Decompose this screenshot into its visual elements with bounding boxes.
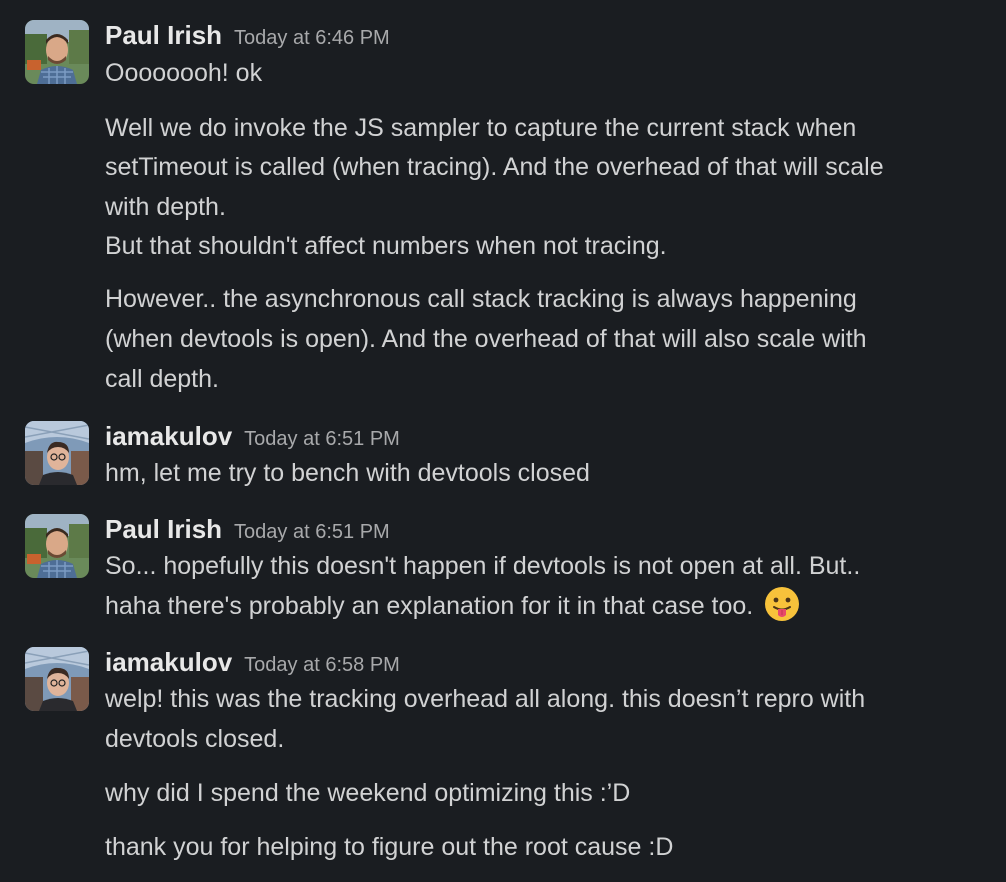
- tongue-out-emoji-icon[interactable]: [764, 586, 800, 622]
- message-text: haha there's probably an explanation for…: [105, 592, 754, 620]
- message-text: welp! this was the tracking overhead all…: [105, 685, 866, 713]
- avatar-paul-irish[interactable]: [25, 514, 89, 578]
- message-text: So... hopefully this doesn't happen if d…: [105, 552, 861, 580]
- message-text: Well we do invoke the JS sampler to capt…: [105, 114, 857, 142]
- message-group: Paul Irish Today at 6:51 PM So... hopeful…: [0, 514, 1006, 630]
- avatar-iamakulov[interactable]: [25, 421, 89, 485]
- timestamp[interactable]: Today at 6:58 PM: [244, 654, 400, 676]
- message-text: Oooooooh! ok: [105, 59, 263, 87]
- message-text: (when devtools is open). And the overhea…: [105, 325, 867, 353]
- message-group: iamakulov Today at 6:51 PM hm, let me try…: [0, 421, 1006, 491]
- message-text-with-emoji: haha there's probably an explanation for…: [105, 586, 800, 626]
- message-text: why did I spend the weekend optimizing t…: [105, 779, 631, 807]
- message-group: iamakulov Today at 6:58 PM welp! this was…: [0, 647, 1006, 882]
- message-header: iamakulov Today at 6:58 PM: [105, 647, 400, 679]
- message-text: thank you for helping to figure out the …: [105, 833, 674, 861]
- message-header: Paul Irish Today at 6:46 PM: [105, 20, 390, 52]
- author-name[interactable]: Paul Irish: [105, 20, 222, 50]
- author-name[interactable]: iamakulov: [105, 647, 232, 677]
- timestamp[interactable]: Today at 6:51 PM: [244, 428, 400, 450]
- avatar-paul-irish[interactable]: [25, 20, 89, 84]
- message-text: with depth.: [105, 193, 226, 221]
- timestamp[interactable]: Today at 6:46 PM: [234, 27, 390, 49]
- message-text: call depth.: [105, 365, 219, 393]
- message-header: Paul Irish Today at 6:51 PM: [105, 514, 390, 546]
- message-text: setTimeout is called (when tracing). And…: [105, 153, 884, 181]
- timestamp[interactable]: Today at 6:51 PM: [234, 521, 390, 543]
- message-text: But that shouldn't affect numbers when n…: [105, 232, 667, 260]
- message-text: However.. the asynchronous call stack tr…: [105, 285, 857, 313]
- message-text: hm, let me try to bench with devtools cl…: [105, 459, 590, 487]
- message-text: devtools closed.: [105, 725, 285, 753]
- avatar-iamakulov[interactable]: [25, 647, 89, 711]
- author-name[interactable]: iamakulov: [105, 421, 232, 451]
- message-header: iamakulov Today at 6:51 PM: [105, 421, 400, 453]
- author-name[interactable]: Paul Irish: [105, 514, 222, 544]
- message-group: Paul Irish Today at 6:46 PM Oooooooh! ok …: [0, 20, 1006, 400]
